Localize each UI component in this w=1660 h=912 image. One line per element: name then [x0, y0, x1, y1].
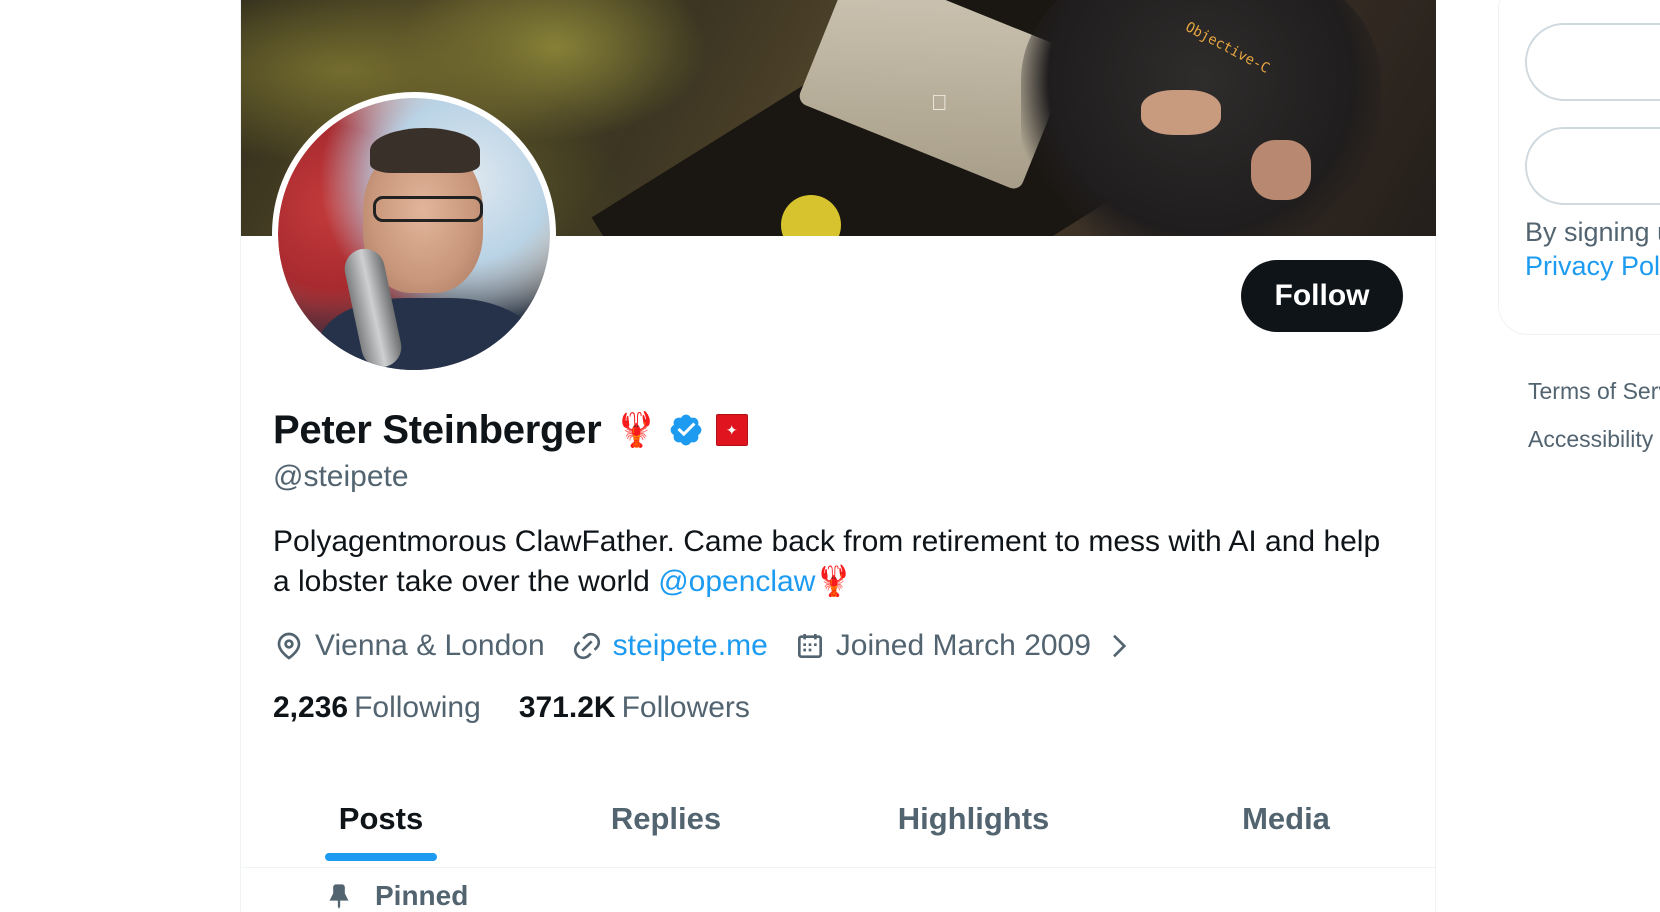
- following-count: 2,236: [273, 691, 349, 724]
- followers-label: Followers: [621, 691, 750, 724]
- privacy-policy-link[interactable]: Privacy Poli: [1525, 249, 1660, 283]
- signup-button-1[interactable]: [1525, 23, 1660, 101]
- avatar-hair: [370, 128, 480, 173]
- bio: Polyagentmorous ClawFather. Came back fr…: [273, 522, 1403, 602]
- following-stat[interactable]: 2,236 Following: [273, 691, 481, 725]
- joined-item[interactable]: Joined March 2009: [794, 629, 1145, 663]
- tab-replies-label: Replies: [610, 800, 722, 836]
- follow-button[interactable]: Follow: [1241, 260, 1403, 332]
- verified-badge-icon[interactable]: [668, 412, 704, 448]
- location-icon: [277, 632, 301, 660]
- joined-text: Joined March 2009: [835, 629, 1091, 662]
- signup-disclaimer: By signing u Privacy Poli: [1525, 215, 1660, 283]
- followers-count: 371.2K: [518, 691, 616, 724]
- active-tab-indicator: [325, 853, 437, 861]
- bio-lobster-emoji: 🦞: [815, 565, 853, 598]
- banner-hand: [1141, 90, 1221, 135]
- profile-meta: Vienna & London steipete.me Joined March…: [273, 626, 1171, 666]
- following-label: Following: [354, 691, 481, 724]
- website-link[interactable]: steipete.me: [613, 629, 768, 663]
- tab-highlights[interactable]: Highlights: [811, 770, 1136, 867]
- profile-tabs: Posts Replies Highlights Media: [241, 770, 1436, 868]
- website-item[interactable]: steipete.me: [571, 629, 768, 663]
- location-item: Vienna & London: [273, 629, 545, 663]
- tab-posts[interactable]: Posts: [241, 770, 521, 867]
- avatar[interactable]: [272, 92, 556, 376]
- avatar-glasses: [373, 196, 483, 222]
- name-row: Peter Steinberger 🦞 ✦: [273, 402, 748, 458]
- pinned-indicator: Pinned: [325, 880, 468, 912]
- calendar-icon: [797, 634, 822, 658]
- accessibility-link[interactable]: Accessibility: [1528, 426, 1653, 453]
- link-icon: [573, 632, 600, 660]
- tab-media[interactable]: Media: [1136, 770, 1436, 867]
- display-name: Peter Steinberger: [273, 407, 602, 452]
- banner-apple-logo: : [931, 90, 955, 115]
- followers-stat[interactable]: 371.2K Followers: [519, 691, 750, 725]
- pinned-label: Pinned: [375, 880, 469, 911]
- tab-highlights-label: Highlights: [897, 800, 1050, 836]
- pin-icon: [329, 884, 349, 909]
- tab-posts-label: Posts: [338, 800, 424, 836]
- signup-card: By signing u Privacy Poli: [1498, 0, 1660, 335]
- follow-stats: 2,236 Following 371.2K Followers: [273, 688, 788, 728]
- tab-media-label: Media: [1242, 800, 1330, 836]
- signup-button-2[interactable]: [1525, 127, 1660, 205]
- chevron-right-icon[interactable]: [1103, 630, 1135, 662]
- location-text: Vienna & London: [315, 629, 545, 662]
- flag-badge-icon[interactable]: ✦: [715, 414, 748, 446]
- handle: @steipete: [273, 460, 409, 493]
- avatar-photo: [278, 98, 550, 370]
- profile-column:  Objective-C Follow Peter Steinberger 🦞…: [240, 0, 1436, 912]
- banner-hand-2: [1251, 140, 1311, 200]
- lobster-emoji: 🦞: [615, 411, 658, 449]
- tab-replies[interactable]: Replies: [521, 770, 811, 867]
- bio-mention-link[interactable]: @openclaw: [658, 565, 815, 598]
- signup-disclaimer-text: By signing u: [1525, 217, 1660, 247]
- right-sidebar: By signing u Privacy Poli Terms of Serv …: [1498, 0, 1660, 912]
- terms-link[interactable]: Terms of Serv: [1528, 378, 1660, 405]
- avatar-body: [318, 298, 538, 370]
